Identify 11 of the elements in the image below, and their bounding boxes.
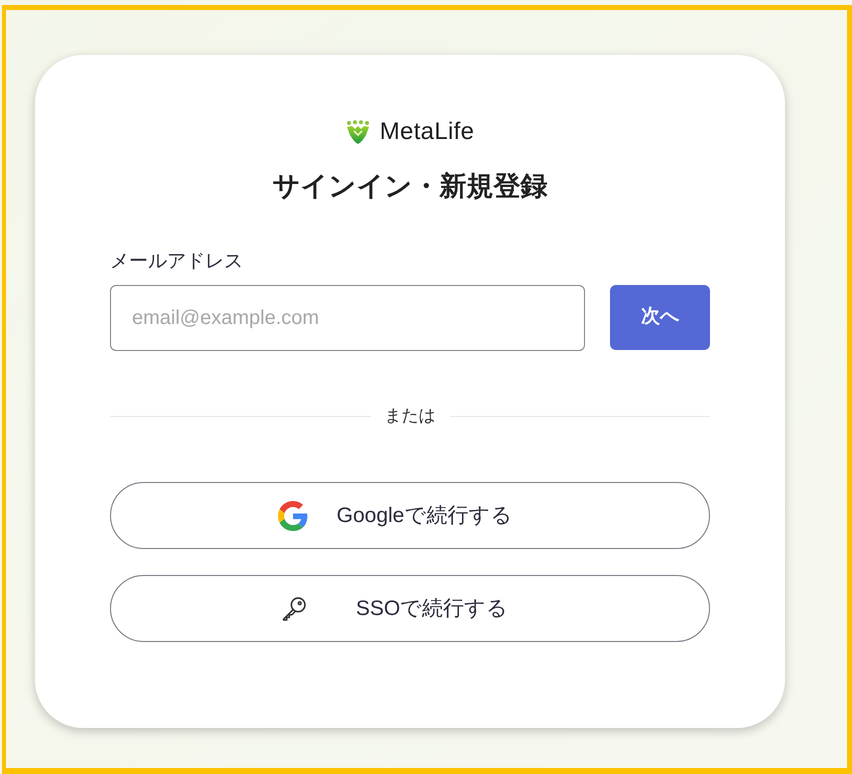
page-title: サインイン・新規登録 [272, 170, 548, 202]
logo-icon [346, 120, 370, 144]
divider-label: または [384, 405, 436, 427]
key-icon [282, 596, 307, 621]
google-g-icon [278, 500, 308, 530]
logo-text: MetaLife [380, 118, 474, 146]
google-sign-in-button[interactable]: Googleで続行する [110, 482, 710, 549]
sso-sign-in-button[interactable]: SSOで続行する [110, 575, 710, 642]
email-field[interactable]: email@example.com [110, 285, 585, 351]
next-button[interactable]: 次へ [610, 285, 710, 350]
email-label: メールアドレス [110, 250, 243, 274]
